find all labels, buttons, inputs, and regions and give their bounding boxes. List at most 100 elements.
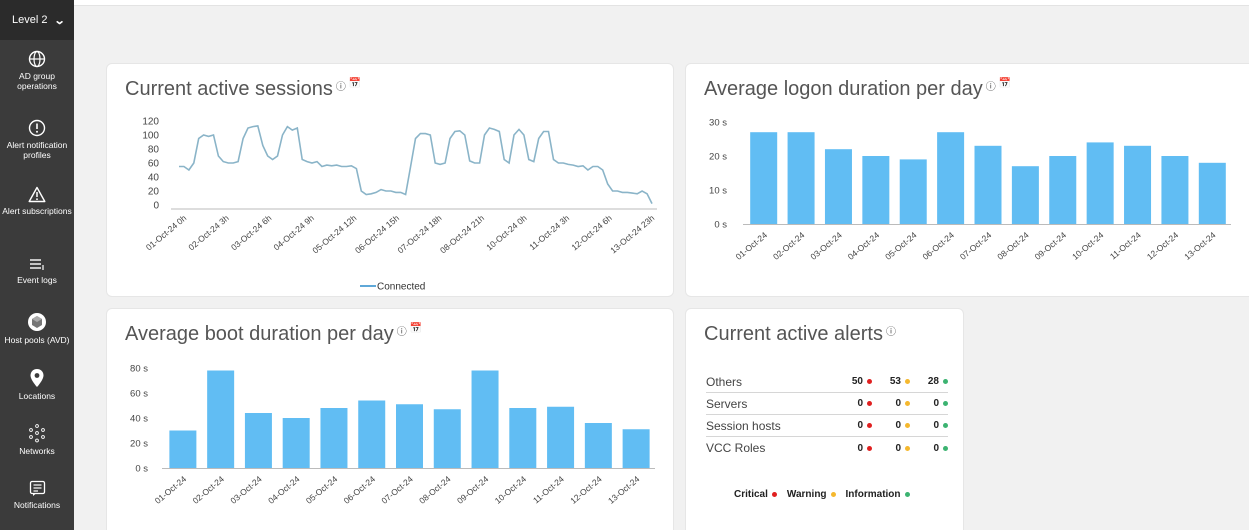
x-tick-label: 10-Oct-24 <box>493 474 529 506</box>
alert-row[interactable]: Servers 0 0 0 <box>706 393 948 415</box>
alerts-legend: Critical Warning Information <box>734 489 910 500</box>
level-label: Level 2 <box>12 14 48 26</box>
x-tick-label: 11-Oct-24 <box>1108 230 1143 262</box>
sidebar-item-label: Host pools (AVD) <box>4 335 70 345</box>
sidebar-item-notifications[interactable]: Notifications <box>0 480 74 510</box>
critical-count-value: 50 <box>851 376 863 387</box>
critical-count: 0 <box>834 420 872 431</box>
info-icon[interactable]: ⓘ <box>886 327 896 338</box>
information-count: 28 <box>910 376 948 387</box>
location-pin-icon <box>30 369 44 387</box>
y-tick-label: 20 s <box>130 439 148 450</box>
globe-icon <box>28 50 46 68</box>
top-bar <box>74 0 1249 6</box>
sidebar-item-event-logs[interactable]: Event logs <box>0 258 74 285</box>
warning-dot <box>830 492 836 497</box>
sidebar-item-label: Alert subscriptions <box>2 206 72 216</box>
level-selector[interactable]: Level 2 ⌄ <box>0 0 74 40</box>
information-count-value: 0 <box>933 420 939 431</box>
network-icon <box>29 424 45 443</box>
alert-row-name: Session hosts <box>706 418 781 433</box>
bar <box>1086 142 1114 224</box>
sidebar: Level 2 ⌄ AD group operations Alert noti… <box>0 0 74 530</box>
sidebar-item-locations[interactable]: Locations <box>0 368 74 401</box>
boot-duration-card: Average boot duration per day ⓘ 📅 80 s 60 s… <box>106 308 674 530</box>
sidebar-item-label: AD group operations <box>17 71 57 91</box>
x-tick-label: 09-Oct-24 <box>1033 230 1069 262</box>
bar <box>358 400 386 468</box>
sidebar-item-networks[interactable]: Networks <box>0 423 74 456</box>
bar <box>207 370 235 468</box>
information-dot <box>943 379 948 384</box>
x-tick-label: 04-Oct-24 9h <box>271 213 316 253</box>
critical-count: 0 <box>834 398 872 409</box>
bar <box>937 132 965 224</box>
bar <box>1161 156 1189 224</box>
critical-dot <box>771 492 777 497</box>
legend-label-connected: Connected <box>377 282 425 293</box>
bar <box>396 404 423 468</box>
sidebar-item-host-pools[interactable]: Host pools (AVD) <box>0 312 74 345</box>
warning-count: 53 <box>872 376 910 387</box>
x-tick-label: 12-Oct-24 6h <box>569 213 614 253</box>
y-tick-label: 0 s <box>135 464 148 475</box>
bar <box>471 370 499 468</box>
bar <box>1198 162 1226 224</box>
alert-row[interactable]: Session hosts 0 0 0 <box>706 415 948 437</box>
card-title: Current active alerts ⓘ <box>704 323 896 345</box>
y-tick-label: 0 s <box>714 220 727 231</box>
boot-bar-chart: 80 s 60 s 40 s 20 s 0 s 01-Oct-24 02-Oct-24 03-… <box>130 364 655 506</box>
x-tick-label: 07-Oct-24 <box>958 230 994 262</box>
x-tick-label: 01-Oct-24 0h <box>144 213 189 253</box>
logon-bar-chart: 30 s 20 s 10 s 0 s 01-Oct-24 02-Oct-24 03-Oct-… <box>709 118 1231 262</box>
bar <box>750 132 778 224</box>
y-tick-label: 60 <box>148 159 160 170</box>
y-tick-label: 120 <box>142 117 159 128</box>
x-tick-label: 04-Oct-24 <box>846 230 882 262</box>
x-tick-label: 01-Oct-24 <box>153 474 189 506</box>
x-tick-label: 05-Oct-24 <box>883 230 919 262</box>
warning-count: 0 <box>872 443 910 454</box>
information-count-value: 0 <box>933 398 939 409</box>
alert-row[interactable]: VCC Roles 0 0 0 <box>706 437 948 459</box>
sidebar-item-alert-subscriptions[interactable]: Alert subscriptions <box>0 186 74 216</box>
x-tick-label: 03-Oct-24 <box>228 474 264 506</box>
x-tick-label: 06-Oct-24 <box>921 230 957 262</box>
x-tick-label: 08-Oct-24 <box>995 230 1031 262</box>
sidebar-item-ad-group-operations[interactable]: AD group operations <box>0 50 74 91</box>
critical-count-value: 0 <box>857 420 863 431</box>
x-tick-label: 10-Oct-24 <box>1070 230 1106 262</box>
alert-row[interactable]: Others 50 53 28 <box>706 371 948 393</box>
warning-count-value: 53 <box>889 376 901 387</box>
sidebar-item-label: Alert notification profiles <box>6 140 68 160</box>
warning-triangle-icon <box>28 186 46 203</box>
y-tick-label: 60 s <box>130 389 148 400</box>
alert-row-name: Others <box>706 374 743 389</box>
information-count: 0 <box>910 443 948 454</box>
y-tick-label: 80 s <box>130 364 148 375</box>
y-tick-label: 100 <box>142 131 159 142</box>
logon-duration-card: Average logon duration per day ⓘ 📅 30 s 20 … <box>685 63 1249 297</box>
bar <box>899 159 927 224</box>
critical-count-value: 0 <box>857 398 863 409</box>
y-tick-label: 40 s <box>130 414 148 425</box>
warning-count: 0 <box>872 420 910 431</box>
x-tick-label: 13-Oct-24 <box>1182 230 1218 262</box>
x-tick-label: 05-Oct-24 12h <box>310 213 358 256</box>
x-tick-label: 11-Oct-24 <box>531 474 566 506</box>
bar <box>547 406 575 468</box>
alert-circle-icon <box>28 119 46 137</box>
information-dot <box>943 401 948 406</box>
series-line-connected <box>179 125 653 204</box>
bar <box>509 408 537 468</box>
bar <box>169 430 197 468</box>
notification-icon <box>29 480 45 496</box>
legend-critical: Critical <box>734 489 777 500</box>
sidebar-item-alert-notification-profiles[interactable]: Alert notification profiles <box>0 119 74 160</box>
information-count: 0 <box>910 420 948 431</box>
bar <box>862 156 890 224</box>
legend-warning: Warning <box>787 489 836 500</box>
x-tick-label: 08-Oct-24 <box>417 474 453 506</box>
information-dot <box>943 423 948 428</box>
information-count: 0 <box>910 398 948 409</box>
